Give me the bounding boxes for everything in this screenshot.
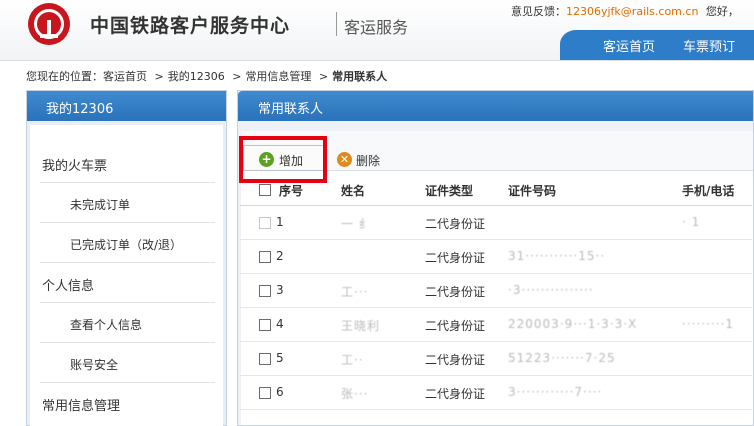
delete-contact-button[interactable]: 删除	[356, 152, 380, 169]
row-name: 张···	[341, 387, 369, 401]
sidebar-item-my-tickets[interactable]: 我的火车票	[40, 125, 215, 183]
table-row[interactable]: 1 一 纟 二代身份证 · 1	[240, 206, 752, 240]
sidebar-item-label: 查看个人信息	[70, 318, 143, 332]
row-name: 工··	[341, 353, 364, 367]
row-index: 4	[276, 317, 284, 331]
plus-circle-icon: +	[259, 152, 274, 167]
site-header: 中国铁路客户服务中心 客运服务 意见反馈：12306yjfk@rails.com…	[0, 0, 754, 61]
sidebar-item-label: 未完成订单	[70, 198, 131, 212]
sidebar-item-label: 我的火车票	[42, 159, 108, 174]
sidebar-item-completed-orders[interactable]: 已完成订单（改/退）	[40, 223, 215, 263]
sidebar-item-view-personal-info[interactable]: 查看个人信息	[40, 303, 215, 343]
row-id-number: 51223·······7·25	[508, 351, 616, 365]
railway-logo-icon[interactable]	[28, 3, 70, 45]
sidebar-item-label: 常用信息管理	[42, 399, 121, 414]
feedback-label: 意见反馈：	[511, 5, 566, 18]
row-checkbox[interactable]	[259, 251, 271, 263]
column-header-id-type: 证件类型	[425, 184, 474, 198]
breadcrumb-separator: >	[232, 70, 242, 83]
breadcrumb-separator: >	[154, 70, 164, 83]
row-id-type: 二代身份证	[425, 353, 486, 367]
row-phone: · 1	[682, 215, 701, 229]
site-subtitle: 客运服务	[344, 18, 409, 37]
table-row[interactable]: 4 王晓利 二代身份证 220003·9···1·3·3·X ·········…	[240, 308, 752, 342]
column-header-phone: 手机/电话	[682, 184, 735, 198]
breadcrumb-item-info-management[interactable]: 常用信息管理	[245, 70, 311, 83]
sidebar-item-label: 个人信息	[42, 279, 95, 294]
row-checkbox[interactable]	[259, 285, 271, 297]
table-row[interactable]: 2 二代身份证 31···········15··	[240, 240, 752, 274]
row-checkbox[interactable]	[259, 353, 271, 365]
breadcrumb-prefix: 您现在的位置：	[26, 70, 103, 83]
feedback-bar: 意见反馈：12306yjfk@rails.com.cn 您好，	[511, 3, 739, 19]
table-header-row: 序号 姓名 证件类型 证件号码 手机/电话	[240, 174, 752, 206]
x-circle-icon: ✕	[337, 152, 352, 167]
panel-title: 常用联系人	[238, 91, 753, 121]
breadcrumb: 您现在的位置：客运首页 > 我的12306 > 常用信息管理 > 常用联系人	[26, 68, 391, 84]
nav-item-booking[interactable]: 车票预订	[683, 36, 735, 55]
row-id-type: 二代身份证	[425, 217, 486, 231]
add-button-label: 增加	[279, 154, 304, 168]
feedback-email-link[interactable]: 12306yjfk@rails.com.cn	[566, 5, 698, 18]
sidebar-item-unfinished-orders[interactable]: 未完成订单	[40, 183, 215, 223]
site-title: 中国铁路客户服务中心	[90, 15, 291, 37]
column-header-name: 姓名	[341, 184, 366, 198]
breadcrumb-item-current: 常用联系人	[332, 70, 388, 83]
row-checkbox[interactable]	[259, 387, 271, 399]
table-row[interactable]: 5 工·· 二代身份证 51223·······7·25	[240, 342, 752, 376]
row-name: 王晓利	[341, 319, 381, 333]
table-row[interactable]: 6 张··· 二代身份证 3············7····	[240, 376, 752, 410]
top-nav: 客运首页 车票预订	[560, 30, 754, 60]
row-id-number: ·3···············	[508, 283, 594, 297]
table-row[interactable]: 3 工··· 二代身份证 ·3···············	[240, 274, 752, 308]
row-index: 5	[276, 351, 284, 365]
column-header-index: 序号	[279, 184, 304, 198]
row-checkbox[interactable]	[259, 319, 271, 331]
sidebar-item-label: 已完成订单（改/退）	[70, 238, 183, 252]
row-name: 一 纟	[341, 217, 372, 231]
row-index: 6	[276, 385, 284, 399]
select-all-checkbox[interactable]	[259, 184, 271, 196]
row-index: 1	[276, 215, 284, 229]
title-divider	[336, 12, 337, 36]
sidebar-menu: 我的火车票 未完成订单 已完成订单（改/退） 个人信息 查看个人信息 账号安全 …	[30, 125, 223, 426]
row-checkbox	[259, 217, 271, 229]
row-id-type: 二代身份证	[425, 251, 486, 265]
row-phone: ·········1	[682, 317, 734, 331]
nav-item-home[interactable]: 客运首页	[603, 36, 655, 55]
sidebar-title: 我的12306	[27, 91, 226, 121]
row-id-type: 二代身份证	[425, 285, 486, 299]
sidebar-item-info-management[interactable]: 常用信息管理	[40, 383, 215, 423]
sidebar: 我的12306 我的火车票 未完成订单 已完成订单（改/退） 个人信息 查看个人…	[26, 90, 227, 426]
row-id-type: 二代身份证	[425, 387, 486, 401]
greeting-text: 您好，	[705, 5, 739, 18]
sidebar-item-personal-info[interactable]: 个人信息	[40, 263, 215, 303]
column-header-id-number: 证件号码	[508, 184, 557, 198]
row-id-number: 3············7····	[508, 385, 603, 399]
breadcrumb-item-home[interactable]: 客运首页	[103, 70, 147, 83]
row-index: 2	[276, 249, 284, 263]
breadcrumb-separator: >	[318, 70, 329, 83]
breadcrumb-item-my12306[interactable]: 我的12306	[168, 70, 225, 83]
row-id-type: 二代身份证	[425, 319, 486, 333]
row-id-number: 31···········15··	[508, 249, 606, 263]
row-index: 3	[276, 283, 284, 297]
sidebar-item-label: 账号安全	[70, 358, 119, 372]
row-id-number: 220003·9···1·3·3·X	[508, 317, 638, 331]
sidebar-item-account-security[interactable]: 账号安全	[40, 343, 215, 383]
row-name: 工···	[341, 285, 369, 299]
